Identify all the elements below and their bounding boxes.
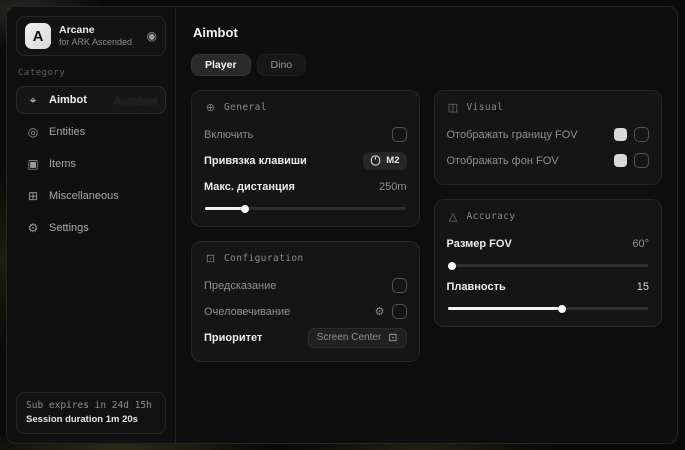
app-logo: A [25,23,51,49]
max-distance-value: 250m [379,181,407,193]
visual-card: ◫ Visual Отображать границу FOV Отобража… [434,90,663,185]
tab-bar: Player Dino [191,54,662,76]
sub-expires-text: Sub expires in 24d 15h [26,399,156,413]
keybind-label: Привязка клавиши [204,155,307,167]
fov-border-checkbox[interactable] [634,127,649,142]
category-label: Category [18,68,164,78]
accuracy-card: △ Accuracy Размер FOV 60° Плавность [434,199,663,327]
keybind-value: M2 [386,155,399,166]
crosshair-icon: ⌖ [26,93,40,108]
sidebar-nav: ⌖ Aimbot Aimbot ◎ Entities ▣ Items ⊞ Mis… [16,86,166,242]
active-item-watermark: Aimbot [113,93,158,108]
priority-value: Screen Center [317,332,381,343]
max-distance-slider[interactable] [205,207,406,210]
sidebar-item-label: Miscellaneous [49,190,119,202]
fov-bg-checkbox[interactable] [634,153,649,168]
smoothness-slider[interactable] [448,307,649,310]
page-title: Aimbot [193,25,662,40]
humanization-label: Очеловечивание [204,306,290,318]
main-content: Aimbot Player Dino ⊕ General Включить [176,7,677,443]
sidebar-item-aimbot[interactable]: ⌖ Aimbot Aimbot [16,86,166,114]
tab-player[interactable]: Player [191,54,251,76]
general-card-icon: ⊕ [204,101,217,114]
max-distance-label: Макс. дистанция [204,181,295,193]
mouse-icon [370,155,381,166]
slider-thumb[interactable] [241,205,249,213]
smoothness-label: Плавность [447,281,506,293]
subscription-status-card: Sub expires in 24d 15h Session duration … [16,392,166,435]
sidebar-item-miscellaneous[interactable]: ⊞ Miscellaneous [16,182,166,210]
configuration-card-title: Configuration [224,253,304,264]
sidebar: A Arcane for ARK Ascended ◉ Category ⌖ A… [7,7,176,443]
sidebar-item-label: Items [49,158,76,170]
configuration-card: ⊡ Configuration Предсказание Очеловечива… [191,241,420,362]
sidebar-item-label: Entities [49,126,85,138]
sidebar-item-entities[interactable]: ◎ Entities [16,118,166,146]
brand-text: Arcane for ARK Ascended [59,24,139,48]
keybind-button[interactable]: M2 [363,152,406,170]
priority-select[interactable]: Screen Center ⊡ [308,328,407,348]
slider-thumb[interactable] [448,262,456,270]
fov-border-label: Отображать границу FOV [447,129,578,141]
sidebar-item-label: Aimbot [49,94,87,106]
fov-size-slider[interactable] [448,264,649,267]
visual-card-title: Visual [467,102,504,113]
app-subtitle: for ARK Ascended [59,37,139,48]
enable-checkbox[interactable] [392,127,407,142]
fov-bg-label: Отображать фон FOV [447,155,559,167]
enable-label: Включить [204,129,253,141]
priority-label: Приоритет [204,332,262,344]
sidebar-item-settings[interactable]: ⚙ Settings [16,214,166,242]
app-window: A Arcane for ARK Ascended ◉ Category ⌖ A… [6,6,678,444]
prediction-checkbox[interactable] [392,278,407,293]
grid-icon: ⊞ [26,189,40,203]
general-card: ⊕ General Включить Привязка клавиши [191,90,420,227]
fov-border-color-swatch[interactable] [614,128,627,141]
scan-icon: ◎ [26,125,40,139]
humanization-checkbox[interactable] [392,304,407,319]
app-name: Arcane [59,24,139,37]
screen-icon: ⊡ [388,331,397,344]
fov-size-label: Размер FOV [447,238,512,250]
smoothness-value: 15 [637,281,649,293]
box-icon: ▣ [26,157,40,171]
sidebar-item-items[interactable]: ▣ Items [16,150,166,178]
accuracy-card-icon: △ [447,210,460,223]
gear-icon: ⚙ [26,221,40,235]
prediction-label: Предсказание [204,280,276,292]
general-card-title: General [224,102,267,113]
visual-card-icon: ◫ [447,101,460,114]
tab-dino[interactable]: Dino [257,54,307,76]
humanization-settings-icon[interactable]: ⚙ [375,305,385,318]
sidebar-item-label: Settings [49,222,89,234]
session-duration-text: Session duration 1m 20s [26,413,156,427]
fov-bg-color-swatch[interactable] [614,154,627,167]
brand-card: A Arcane for ARK Ascended ◉ [16,16,166,56]
stream-settings-icon[interactable]: ◉ [147,29,157,43]
slider-thumb[interactable] [558,305,566,313]
fov-size-value: 60° [632,238,649,250]
accuracy-card-title: Accuracy [467,211,516,222]
configuration-card-icon: ⊡ [204,252,217,265]
